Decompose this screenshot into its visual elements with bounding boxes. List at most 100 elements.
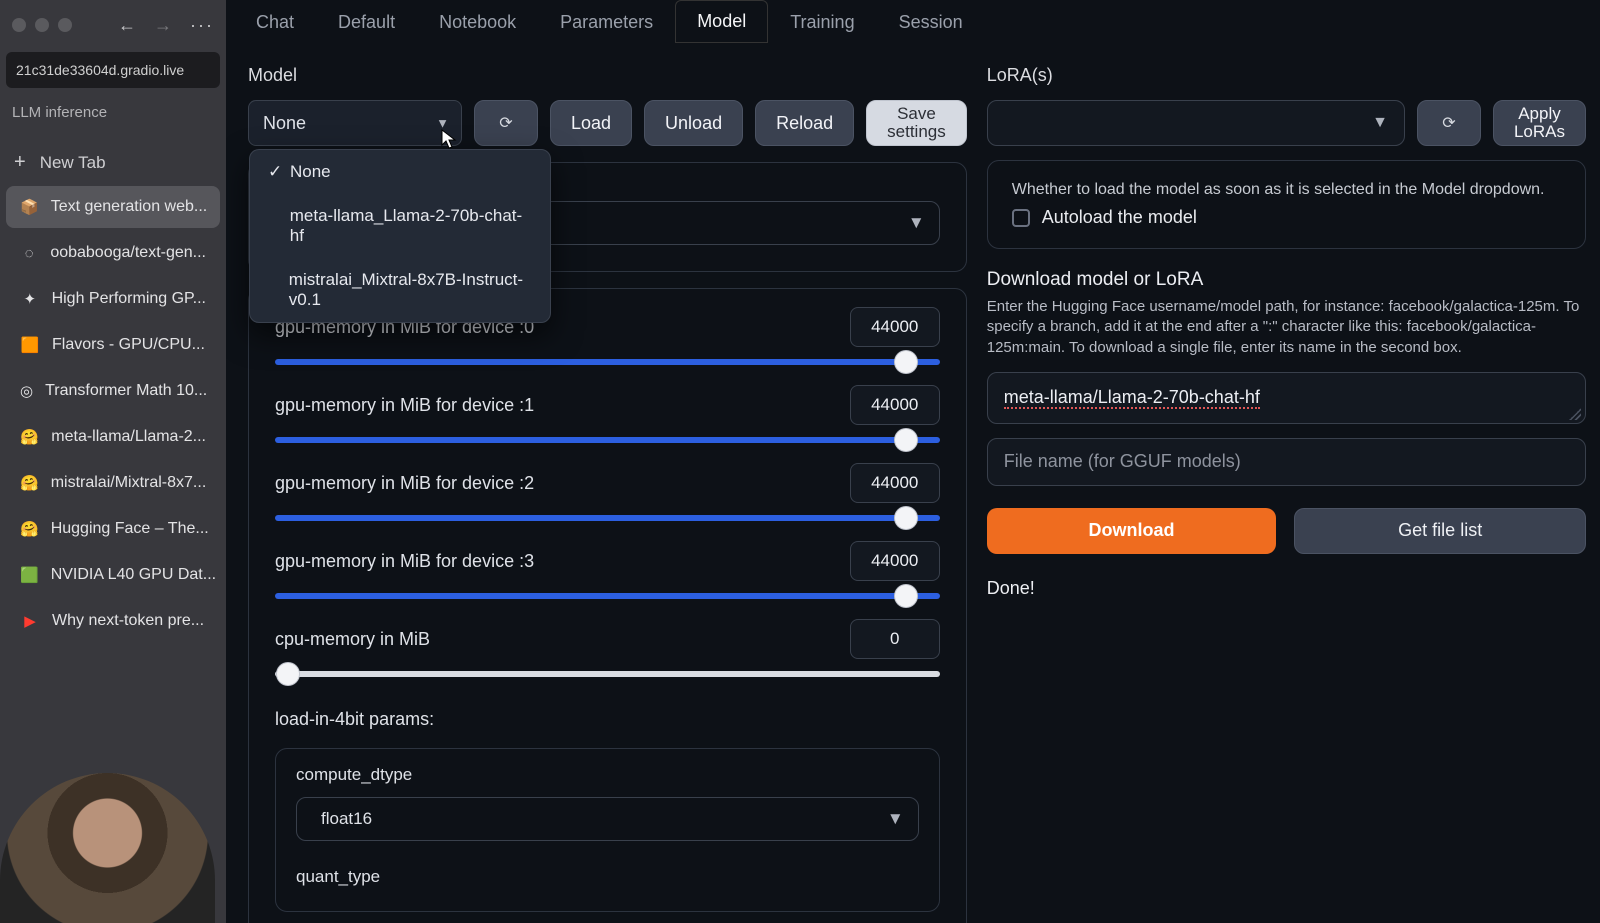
autoload-label: Autoload the model <box>1042 207 1197 228</box>
titlebar: ← → ··· <box>0 0 226 50</box>
model-option-llama2[interactable]: meta-llama_Llama-2-70b-chat-hf <box>250 194 550 258</box>
browser-tab-flavors[interactable]: 🟧 Flavors - GPU/CPU... <box>6 324 220 366</box>
model-dropdown[interactable]: None ▼ ✓ None meta-llama_Llama-2-70b-cha… <box>248 100 462 146</box>
browser-tab-label: Why next-token pre... <box>52 612 204 630</box>
load4bit-label: load-in-4bit params: <box>275 709 940 730</box>
tab-training[interactable]: Training <box>768 0 876 45</box>
memory-slider: gpu-memory in MiB for device :344000 <box>275 541 940 599</box>
slider-thumb[interactable] <box>895 351 917 373</box>
model-option-none[interactable]: ✓ None <box>250 150 550 194</box>
nav-back-icon[interactable]: ← <box>118 15 136 36</box>
nav-forward-icon[interactable]: → <box>154 15 172 36</box>
slider-thumb[interactable] <box>895 507 917 529</box>
refresh-models-button[interactable]: ⟳ <box>474 100 538 146</box>
download-button[interactable]: Download <box>987 508 1277 554</box>
browser-tab-gpu-perf[interactable]: ✦ High Performing GP... <box>6 278 220 320</box>
lora-dropdown[interactable]: ▼ <box>987 100 1405 146</box>
chevron-down-icon: ▼ <box>908 213 925 233</box>
model-option-label: None <box>290 162 331 182</box>
slider-track[interactable] <box>275 671 940 677</box>
model-dropdown-menu: ✓ None meta-llama_Llama-2-70b-chat-hf mi… <box>249 149 551 323</box>
check-icon: ✓ <box>268 162 282 182</box>
download-description: Enter the Hugging Face username/model pa… <box>987 297 1586 358</box>
model-section-label: Model <box>248 65 967 86</box>
window-controls[interactable] <box>12 18 72 32</box>
browser-tab-label: Text generation web... <box>51 198 208 216</box>
slider-label: gpu-memory in MiB for device :2 <box>275 473 534 494</box>
refresh-icon: ⟳ <box>1442 113 1455 133</box>
compute-dtype-label: compute_dtype <box>296 765 919 785</box>
model-option-label: meta-llama_Llama-2-70b-chat-hf <box>290 206 532 246</box>
box-icon: 📦 <box>20 197 39 217</box>
get-file-list-button[interactable]: Get file list <box>1294 508 1586 554</box>
browser-tab-label: High Performing GP... <box>52 290 206 308</box>
compute-dtype-dropdown[interactable]: float16 ▼ <box>296 797 919 841</box>
download-filename-placeholder: File name (for GGUF models) <box>1004 451 1241 472</box>
spark-icon: ✦ <box>20 289 40 309</box>
save-settings-line2: settings <box>887 123 946 141</box>
browser-sidebar: ← → ··· 21c31de33604d.gradio.live LLM in… <box>0 0 226 923</box>
apply-loras-line1: Apply <box>1518 105 1561 123</box>
compute-dtype-value: float16 <box>313 809 372 829</box>
new-tab-button[interactable]: + New Tab <box>0 141 226 184</box>
hf-icon: 🤗 <box>20 473 39 493</box>
browser-tab-huggingface[interactable]: 🤗 Hugging Face – The... <box>6 508 220 550</box>
address-bar[interactable]: 21c31de33604d.gradio.live <box>6 52 220 88</box>
browser-tab-label: meta-llama/Llama-2... <box>51 428 206 446</box>
download-filename-input[interactable]: File name (for GGUF models) <box>987 438 1586 486</box>
save-settings-button[interactable]: Save settings <box>866 100 967 146</box>
quant-type-label: quant_type <box>296 867 919 887</box>
slider-track[interactable] <box>275 593 940 599</box>
slider-track[interactable] <box>275 359 940 365</box>
main-tabs: Chat Default Notebook Parameters Model T… <box>226 0 1600 45</box>
browser-tab-oobabooga[interactable]: ◌ oobabooga/text-gen... <box>6 232 220 274</box>
hf-icon: 🤗 <box>20 519 39 539</box>
traffic-max-icon[interactable] <box>58 18 72 32</box>
browser-tab-label: NVIDIA L40 GPU Dat... <box>51 566 216 584</box>
tab-parameters[interactable]: Parameters <box>538 0 675 45</box>
checkbox-icon[interactable] <box>1012 209 1030 227</box>
unload-button[interactable]: Unload <box>644 100 743 146</box>
tab-notebook[interactable]: Notebook <box>417 0 538 45</box>
nvidia-icon: 🟩 <box>20 565 39 585</box>
slider-value-box[interactable]: 44000 <box>850 463 940 503</box>
slider-value-box[interactable]: 44000 <box>850 385 940 425</box>
browser-tab-mixtral[interactable]: 🤗 mistralai/Mixtral-8x7... <box>6 462 220 504</box>
load-button[interactable]: Load <box>550 100 632 146</box>
browser-tab-transformer-math[interactable]: ◎ Transformer Math 10... <box>6 370 220 412</box>
tab-chat[interactable]: Chat <box>234 0 316 45</box>
slider-thumb[interactable] <box>895 585 917 607</box>
apply-loras-button[interactable]: Apply LoRAs <box>1493 100 1586 146</box>
traffic-min-icon[interactable] <box>35 18 49 32</box>
resize-handle-icon[interactable] <box>1569 408 1581 420</box>
browser-tab-youtube[interactable]: ▶ Why next-token pre... <box>6 600 220 642</box>
model-option-mixtral[interactable]: mistralai_Mixtral-8x7B-Instruct-v0.1 <box>250 258 550 322</box>
memory-slider: gpu-memory in MiB for device :144000 <box>275 385 940 443</box>
browser-tab-label: Hugging Face – The... <box>51 520 209 538</box>
slider-thumb[interactable] <box>895 429 917 451</box>
browser-tab-textgen[interactable]: 📦 Text generation web... <box>6 186 220 228</box>
autoload-checkbox-row[interactable]: Autoload the model <box>1012 207 1561 228</box>
browser-tab-llama2[interactable]: 🤗 meta-llama/Llama-2... <box>6 416 220 458</box>
download-model-input[interactable]: meta-llama/Llama-2-70b-chat-hf <box>987 372 1586 424</box>
nav-more-icon[interactable]: ··· <box>190 15 214 36</box>
square-icon: 🟧 <box>20 335 40 355</box>
traffic-close-icon[interactable] <box>12 18 26 32</box>
memory-slider: cpu-memory in MiB0 <box>275 619 940 677</box>
browser-tab-nvidia[interactable]: 🟩 NVIDIA L40 GPU Dat... <box>6 554 220 596</box>
tab-model[interactable]: Model <box>675 0 768 45</box>
slider-thumb[interactable] <box>277 663 299 685</box>
chevron-down-icon: ▼ <box>887 809 904 829</box>
slider-track[interactable] <box>275 437 940 443</box>
slider-value-box[interactable]: 44000 <box>850 307 940 347</box>
presenter-webcam <box>0 773 215 923</box>
memory-card: gpu-memory in MiB for device :044000gpu-… <box>248 288 967 923</box>
reload-button[interactable]: Reload <box>755 100 854 146</box>
app-root: Chat Default Notebook Parameters Model T… <box>226 0 1600 923</box>
tab-default[interactable]: Default <box>316 0 417 45</box>
refresh-loras-button[interactable]: ⟳ <box>1417 100 1481 146</box>
tab-session[interactable]: Session <box>877 0 985 45</box>
slider-track[interactable] <box>275 515 940 521</box>
slider-value-box[interactable]: 44000 <box>850 541 940 581</box>
slider-value-box[interactable]: 0 <box>850 619 940 659</box>
